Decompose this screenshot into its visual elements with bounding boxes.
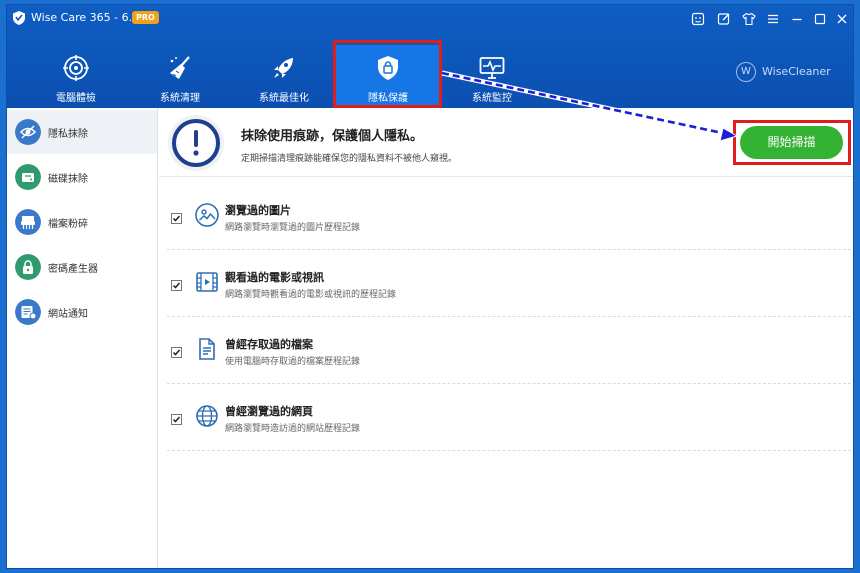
broom-icon xyxy=(170,56,190,79)
nav-system-monitor[interactable]: 系統監控 xyxy=(439,45,545,107)
item-title: 曾經存取過的檔案 xyxy=(225,338,313,351)
sidebar-item-label: 磁碟抹除 xyxy=(48,174,88,185)
list-item-watched-videos: 觀看過的電影或視訊 網路瀏覽時觀看過的電影或視訊的歷程記錄 xyxy=(167,250,851,317)
item-title: 觀看過的電影或視訊 xyxy=(225,271,324,284)
sidebar-item-password-generator[interactable]: 密碼產生器 xyxy=(7,245,157,289)
checkbox-checked[interactable] xyxy=(171,414,182,425)
sidebar-item-label: 密碼產生器 xyxy=(48,264,98,275)
shredder-icon xyxy=(15,209,41,235)
nav-label: 電腦體檢 xyxy=(56,93,96,104)
nav-system-cleaner[interactable]: 系統清理 xyxy=(127,45,233,107)
rocket-icon xyxy=(274,58,293,78)
checkbox-checked[interactable] xyxy=(171,280,182,291)
feedback-icon[interactable] xyxy=(691,12,705,26)
film-icon xyxy=(196,272,218,292)
padlock-icon xyxy=(15,254,41,280)
item-subtitle: 網路瀏覽時造訪過的網站歷程記錄 xyxy=(225,424,361,434)
list-item-accessed-files: 曾經存取過的檔案 使用電腦時存取過的檔案歷程記錄 xyxy=(167,317,851,384)
brand-name: WiseCleaner xyxy=(762,65,831,78)
alert-shield-icon xyxy=(168,115,224,171)
nav-label: 隱私保護 xyxy=(368,93,408,104)
minimize-icon[interactable] xyxy=(790,12,804,26)
nav-label: 系統監控 xyxy=(472,93,512,104)
pro-badge: PRO xyxy=(132,11,159,24)
banner-subtitle: 定期掃描清理痕跡能確保您的隱私資料不被他人窺視。 xyxy=(241,154,458,164)
item-title: 曾經瀏覽過的網頁 xyxy=(225,405,313,418)
app-window: Wise Care 365 - 6.3.2 PRO 電腦體檢 系統清理 系統最佳… xyxy=(6,4,854,569)
menu-icon[interactable] xyxy=(766,12,780,26)
edit-icon[interactable] xyxy=(717,12,731,26)
nav-label: 系統清理 xyxy=(160,93,200,104)
nav-pc-checkup[interactable]: 電腦體檢 xyxy=(23,45,129,107)
eye-off-icon xyxy=(15,119,41,145)
sidebar-item-privacy-eraser[interactable]: 隱私抹除 xyxy=(7,110,157,154)
start-scan-button[interactable]: 開始掃描 xyxy=(740,126,843,159)
sidebar-item-label: 隱私抹除 xyxy=(48,129,88,140)
privacy-banner: 抹除使用痕跡，保護個人隱私。 定期掃描清理痕跡能確保您的隱私資料不被他人窺視。 … xyxy=(159,108,853,177)
shield-lock-icon xyxy=(378,56,398,80)
checkbox-checked[interactable] xyxy=(171,347,182,358)
sidebar-item-disk-eraser[interactable]: 磁碟抹除 xyxy=(7,155,157,199)
app-shield-icon xyxy=(13,11,25,25)
sidebar-item-label: 網站通知 xyxy=(48,309,88,320)
nav-privacy-protector[interactable]: 隱私保護 xyxy=(335,45,441,107)
document-icon xyxy=(199,338,215,360)
web-notification-icon xyxy=(15,299,41,325)
title-bar: Wise Care 365 - 6.3.2 PRO xyxy=(7,5,853,33)
item-title: 瀏覽過的圖片 xyxy=(225,204,291,217)
sidebar: 隱私抹除 磁碟抹除 檔案粉碎 密碼產生器 網站通知 xyxy=(7,108,158,568)
nav-system-tuneup[interactable]: 系統最佳化 xyxy=(231,45,337,107)
skin-shirt-icon[interactable] xyxy=(742,12,756,26)
globe-icon xyxy=(196,405,218,427)
close-icon[interactable] xyxy=(835,12,849,26)
list-item-visited-webpages: 曾經瀏覽過的網頁 網路瀏覽時造訪過的網站歷程記錄 xyxy=(167,384,851,451)
sidebar-item-label: 檔案粉碎 xyxy=(48,219,88,230)
monitor-pulse-icon xyxy=(479,57,505,79)
banner-title: 抹除使用痕跡，保護個人隱私。 xyxy=(241,129,424,144)
sidebar-item-web-notification[interactable]: 網站通知 xyxy=(7,290,157,334)
main-panel: 抹除使用痕跡，保護個人隱私。 定期掃描清理痕跡能確保您的隱私資料不被他人窺視。 … xyxy=(159,108,853,568)
brand-logo-icon: W xyxy=(736,62,756,82)
list-item-browsed-images: 瀏覽過的圖片 網路瀏覽時瀏覽過的圖片歷程記錄 xyxy=(167,183,851,250)
maximize-icon[interactable] xyxy=(813,12,827,26)
header: Wise Care 365 - 6.3.2 PRO 電腦體檢 系統清理 系統最佳… xyxy=(7,5,853,108)
sidebar-item-file-shredder[interactable]: 檔案粉碎 xyxy=(7,200,157,244)
item-subtitle: 使用電腦時存取過的檔案歷程記錄 xyxy=(225,357,361,367)
nav-label: 系統最佳化 xyxy=(259,93,309,104)
disk-erase-icon xyxy=(15,164,41,190)
checkbox-checked[interactable] xyxy=(171,213,182,224)
image-icon xyxy=(195,203,219,227)
item-subtitle: 網路瀏覽時觀看過的電影或視訊的歷程記錄 xyxy=(225,290,397,300)
item-subtitle: 網路瀏覽時瀏覽過的圖片歷程記錄 xyxy=(225,223,361,233)
target-icon xyxy=(63,55,89,81)
